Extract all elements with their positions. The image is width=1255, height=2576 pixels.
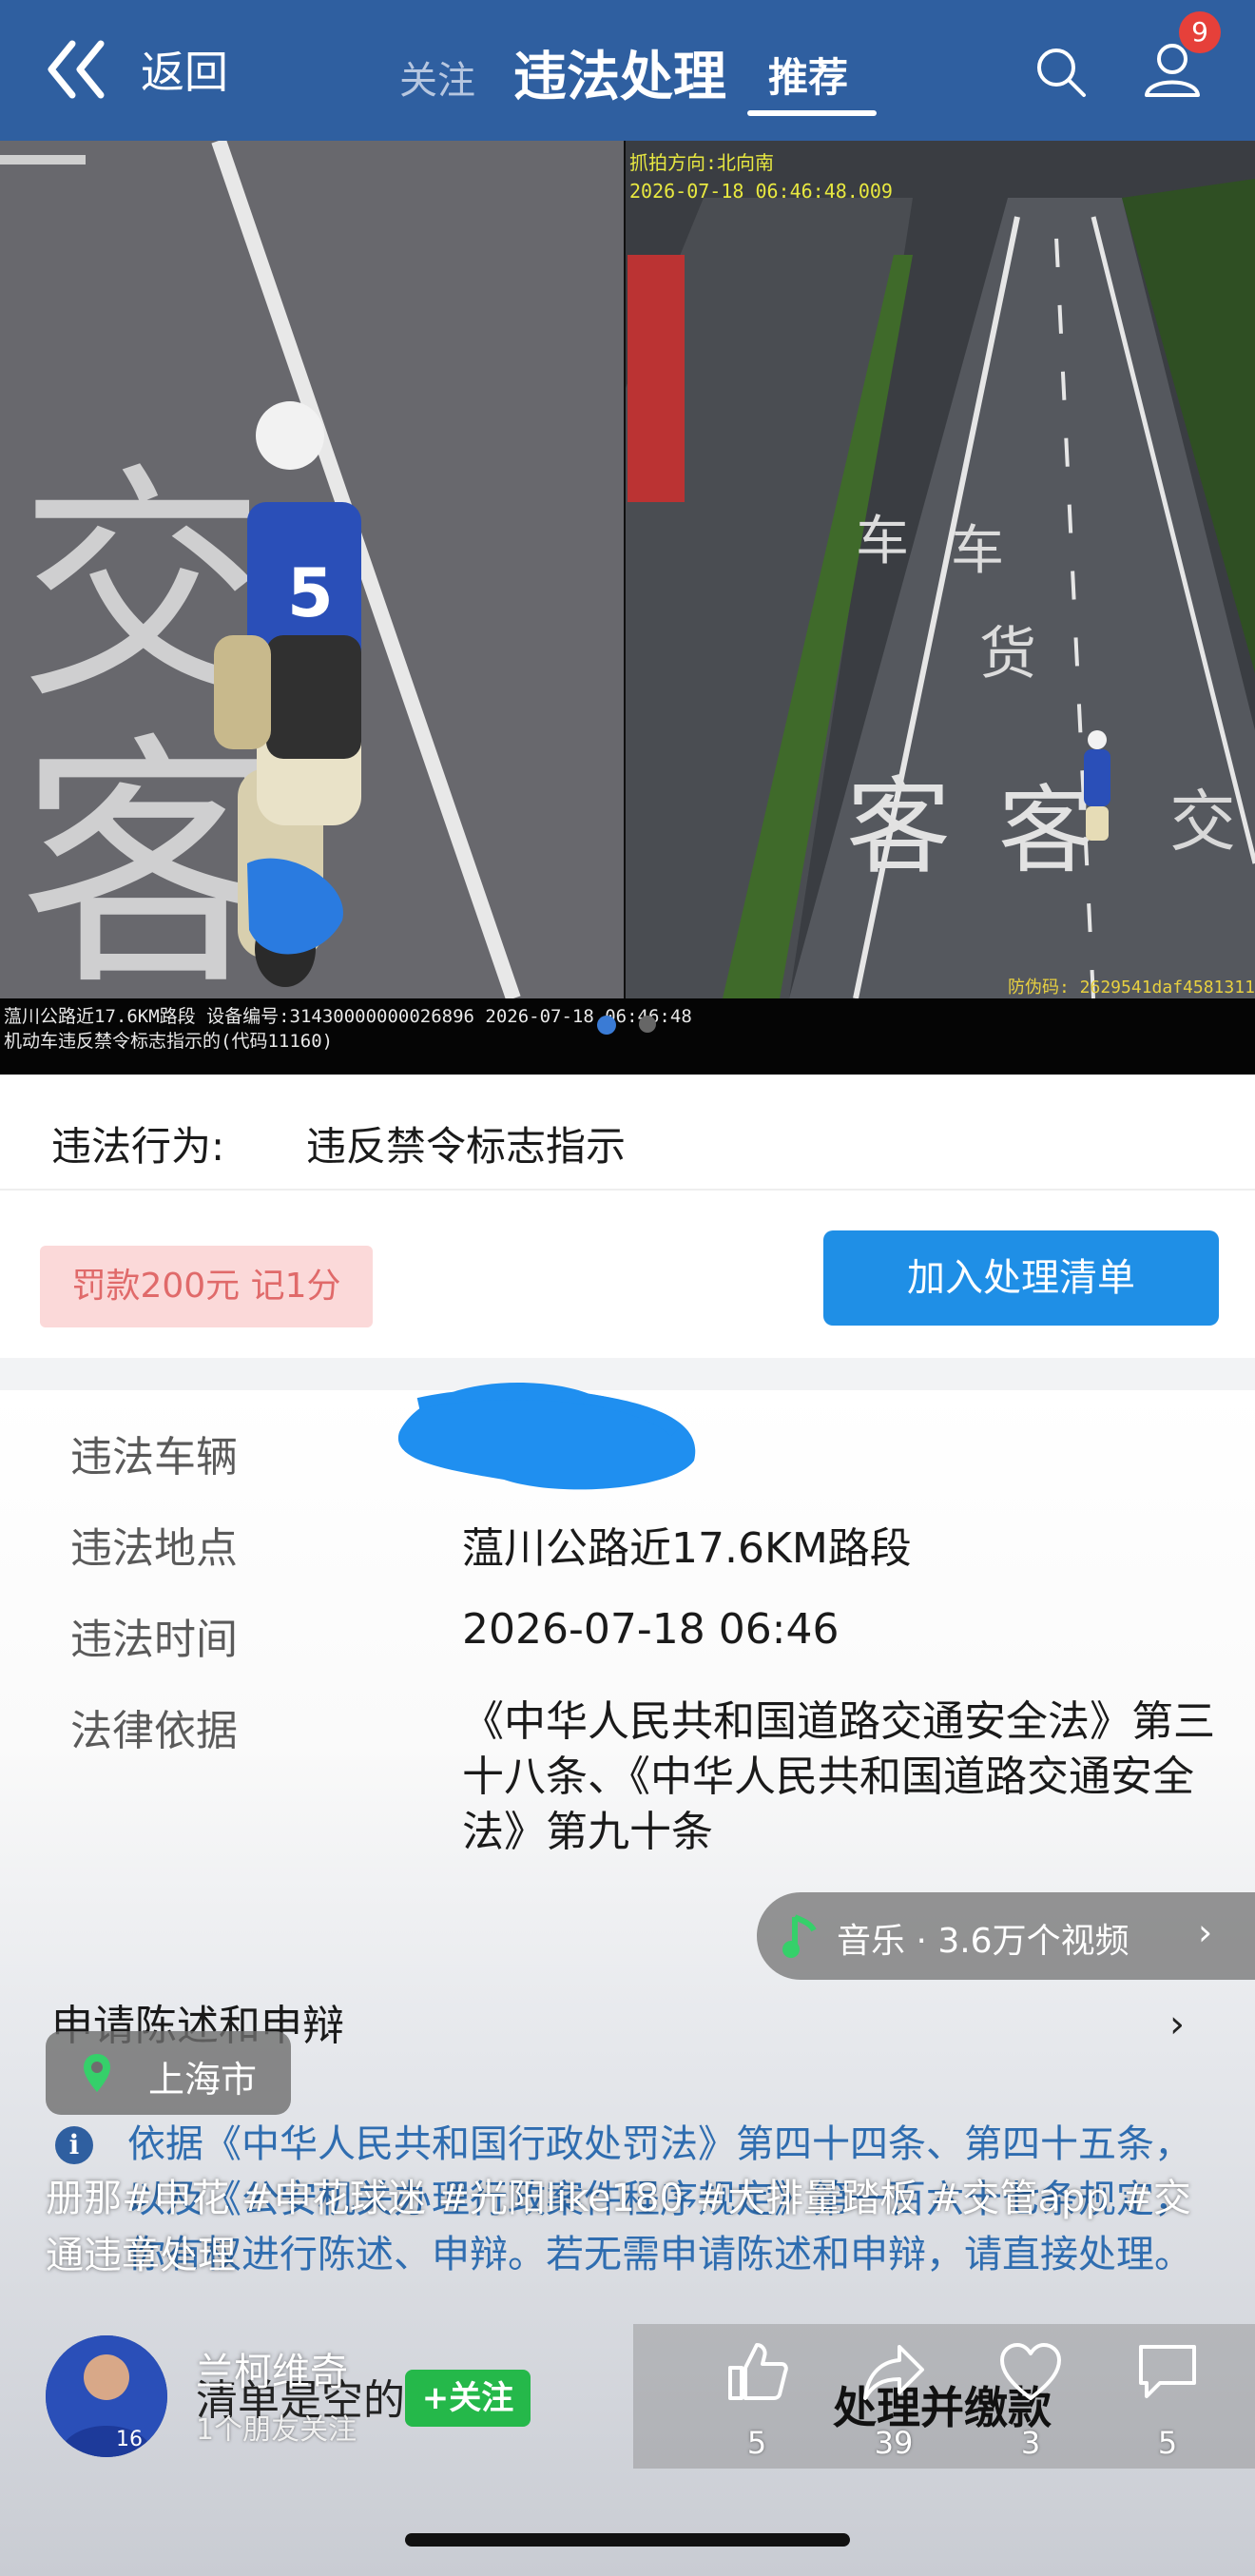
road-marking-right-1: 车 — [856, 511, 909, 572]
location-pill[interactable]: 上海市 — [46, 2031, 291, 2115]
road-marking-right-5: 客 — [998, 775, 1093, 886]
like-icon[interactable] — [724, 2339, 789, 2408]
avatar-jersey-number: 16 — [116, 2428, 143, 2451]
friend-follow-count: 1个朋友关注 — [196, 2413, 357, 2447]
location-label: 上海市 — [148, 2059, 258, 2101]
violation-behavior-value: 违反禁令标志指示 — [306, 1123, 627, 1170]
location-pin-icon — [82, 2052, 112, 2102]
back-button[interactable]: 返回 — [141, 38, 228, 101]
location-value: 蕰川公路近17.6KM路段 — [462, 1524, 912, 1573]
back-chevron-icon[interactable] — [44, 34, 114, 108]
fine-points-badge: 罚款200元 记1分 — [40, 1246, 373, 1327]
carousel-dot-active[interactable] — [597, 1016, 616, 1035]
add-to-list-button[interactable]: 加入处理清单 — [823, 1230, 1219, 1326]
time-label: 违法时间 — [70, 1616, 238, 1664]
right-photo-header-2: 2026-07-18 06:46:48.009 — [629, 180, 893, 203]
share-count: 39 — [874, 2425, 914, 2461]
plate-redaction-scribble — [390, 1365, 713, 1502]
road-marking-right-3: 货 — [979, 621, 1036, 688]
tab-violation-handling[interactable]: 违法处理 — [513, 34, 726, 111]
tab-recommend[interactable]: 推荐 — [768, 46, 848, 104]
road-marking-right-6: 交 — [1169, 783, 1236, 861]
vehicle-label: 违法车辆 — [70, 1433, 238, 1482]
chevron-right-icon: › — [1198, 1911, 1213, 1953]
music-pill[interactable]: 音乐 · 3.6万个视频 › — [757, 1892, 1255, 1980]
comment-icon[interactable] — [1135, 2341, 1200, 2406]
legal-basis-value: 《中华人民共和国道路交通安全法》第三十八条、《中华人民共和国道路交通安全法》第九… — [462, 1697, 1215, 1856]
photo-caption-line-2: 机动车违反禁令标志指示的(代码11160) — [4, 1031, 334, 1052]
favorite-icon[interactable] — [998, 2341, 1063, 2406]
violation-behavior-label: 违法行为: — [51, 1123, 225, 1170]
comment-count: 5 — [1157, 2425, 1178, 2461]
rider-jersey-number: 5 — [287, 554, 334, 632]
share-icon[interactable] — [861, 2339, 926, 2408]
photo-caption: 蕰川公路近17.6KM路段 设备编号:31430000000026896 202… — [4, 1004, 692, 1054]
username[interactable]: 兰柯维奇 — [196, 2341, 348, 2396]
violation-photo-carousel[interactable]: 交 客 5 抓拍方向:北向南 2026-07-18 06:46:48.009 车… — [0, 141, 1255, 1075]
video-hashtags[interactable]: 册那#申花 #申花球迷 #光阳like180 #大排量踏板 #交管app #交通… — [46, 2170, 1225, 2284]
search-icon[interactable] — [1033, 44, 1090, 105]
legal-basis-label: 法律依据 — [70, 1707, 238, 1755]
photo-caption-line-1: 蕰川公路近17.6KM路段 设备编号:31430000000026896 202… — [4, 1006, 692, 1027]
active-tab-indicator — [747, 110, 877, 116]
like-count: 5 — [746, 2425, 767, 2461]
follow-button[interactable]: +关注 — [405, 2370, 531, 2427]
music-label: 音乐 · 3.6万个视频 — [837, 1922, 1130, 1961]
home-indicator[interactable] — [405, 2533, 850, 2547]
favorite-count: 3 — [1020, 2425, 1041, 2461]
avatar[interactable]: 16 — [46, 2335, 167, 2457]
info-icon: i — [55, 2126, 93, 2164]
notification-badge: 9 — [1179, 11, 1221, 53]
music-note-icon — [782, 1911, 820, 1969]
carousel-dot[interactable] — [639, 1016, 656, 1033]
road-marking-right-2: 车 — [951, 520, 1004, 582]
chevron-right-icon[interactable]: › — [1169, 2003, 1185, 2046]
tab-follow[interactable]: 关注 — [399, 49, 475, 105]
right-photo-header-1: 抓拍方向:北向南 — [629, 151, 774, 174]
road-marking-right-4: 客 — [846, 766, 951, 888]
location-label: 违法地点 — [70, 1524, 238, 1573]
time-value: 2026-07-18 06:46 — [462, 1605, 840, 1654]
security-code: 防伪码: 2629541daf45813118cfaf2b2ecaf67 — [1008, 978, 1255, 997]
